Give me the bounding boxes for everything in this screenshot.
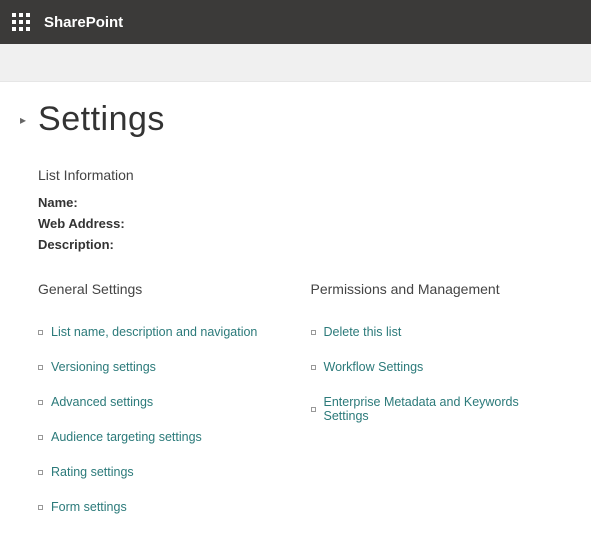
settings-columns: General Settings List name, description … xyxy=(20,281,563,535)
link-rating-settings[interactable]: Rating settings xyxy=(51,465,134,479)
page-title: Settings xyxy=(38,100,165,139)
link-delete-list[interactable]: Delete this list xyxy=(324,325,402,339)
brand-label: SharePoint xyxy=(44,14,123,31)
bullet-icon xyxy=(38,365,43,370)
bullet-icon xyxy=(311,365,316,370)
link-form-settings[interactable]: Form settings xyxy=(51,500,127,514)
bullet-icon xyxy=(311,330,316,335)
list-item: Versioning settings xyxy=(38,360,291,374)
list-item: Workflow Settings xyxy=(311,360,564,374)
top-bar: SharePoint xyxy=(0,0,591,44)
general-settings-heading: General Settings xyxy=(38,281,291,297)
bullet-icon xyxy=(38,400,43,405)
list-information-heading: List Information xyxy=(38,167,563,183)
general-settings-column: General Settings List name, description … xyxy=(38,281,291,535)
app-launcher-icon[interactable] xyxy=(12,13,30,31)
content-area: ▸ Settings List Information Name: Web Ad… xyxy=(0,82,591,545)
link-advanced-settings[interactable]: Advanced settings xyxy=(51,395,153,409)
permissions-column: Permissions and Management Delete this l… xyxy=(311,281,564,535)
list-item: Enterprise Metadata and Keywords Setting… xyxy=(311,395,564,423)
link-enterprise-metadata[interactable]: Enterprise Metadata and Keywords Setting… xyxy=(324,395,564,423)
list-item: List name, description and navigation xyxy=(38,325,291,339)
permissions-heading: Permissions and Management xyxy=(311,281,564,297)
list-item: Rating settings xyxy=(38,465,291,479)
link-workflow-settings[interactable]: Workflow Settings xyxy=(324,360,424,374)
permissions-list: Delete this list Workflow Settings Enter… xyxy=(311,325,564,423)
bullet-icon xyxy=(38,505,43,510)
bullet-icon xyxy=(38,435,43,440)
list-item: Form settings xyxy=(38,500,291,514)
general-settings-list: List name, description and navigation Ve… xyxy=(38,325,291,514)
bullet-icon xyxy=(38,330,43,335)
link-audience-targeting[interactable]: Audience targeting settings xyxy=(51,430,202,444)
list-name-label: Name: xyxy=(38,193,563,214)
list-item: Advanced settings xyxy=(38,395,291,409)
list-description-label: Description: xyxy=(38,235,563,256)
link-versioning-settings[interactable]: Versioning settings xyxy=(51,360,156,374)
link-list-name-desc-nav[interactable]: List name, description and navigation xyxy=(51,325,257,339)
list-item: Delete this list xyxy=(311,325,564,339)
list-information-block: List Information Name: Web Address: Desc… xyxy=(20,167,563,255)
ribbon-bar xyxy=(0,44,591,82)
list-item: Audience targeting settings xyxy=(38,430,291,444)
list-webaddress-label: Web Address: xyxy=(38,214,563,235)
title-row: ▸ Settings xyxy=(20,100,563,139)
bullet-icon xyxy=(311,407,316,412)
bullet-icon xyxy=(38,470,43,475)
breadcrumb-caret-icon[interactable]: ▸ xyxy=(20,113,26,127)
